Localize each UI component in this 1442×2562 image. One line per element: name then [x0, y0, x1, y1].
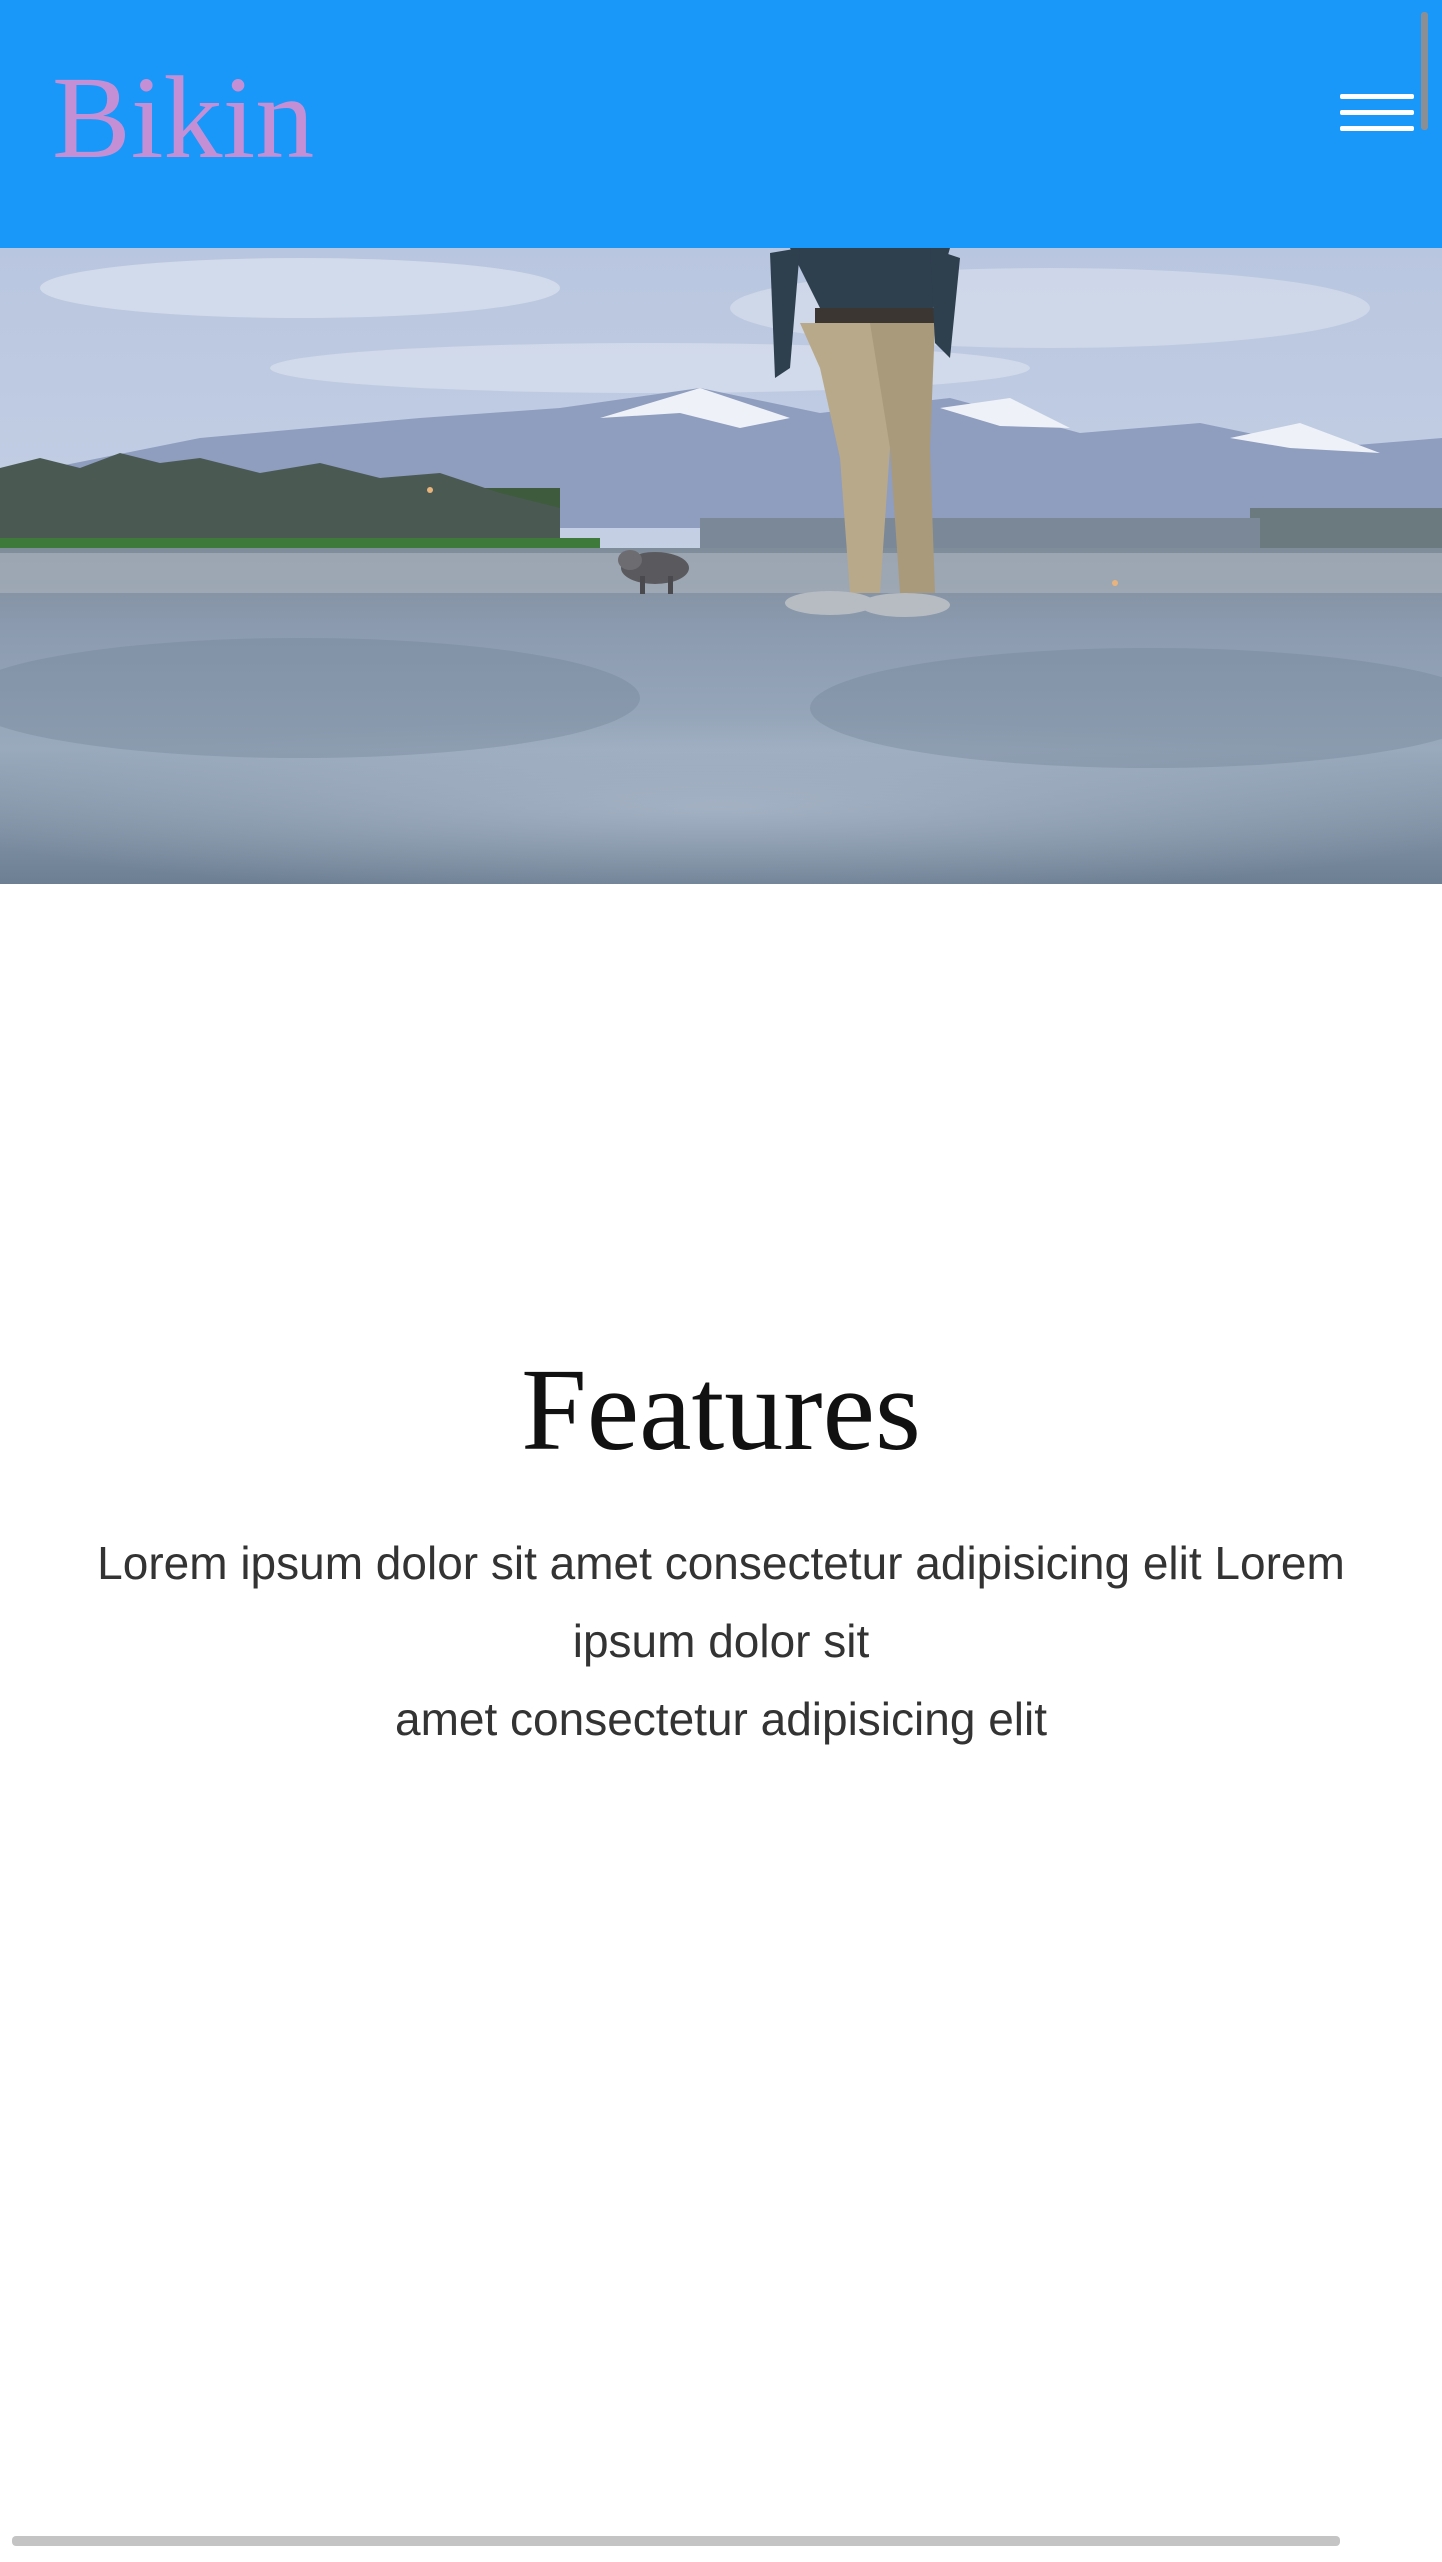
site-header: Bikin: [0, 0, 1442, 248]
hero-image: [0, 248, 1442, 884]
features-paragraph-line-1: Lorem ipsum dolor sit amet consectetur a…: [97, 1537, 1345, 1667]
horizontal-scrollbar[interactable]: [12, 2536, 1340, 2546]
features-description: Lorem ipsum dolor sit amet consectetur a…: [40, 1524, 1402, 1758]
site-logo[interactable]: Bikin: [52, 48, 314, 188]
menu-bar-top: [1340, 94, 1414, 99]
features-paragraph-line-2: amet consectetur adipisicing elit: [395, 1693, 1047, 1745]
hero-photo: [0, 248, 1442, 884]
menu-bar-bottom: [1340, 126, 1414, 131]
features-heading: Features: [521, 1344, 921, 1475]
hamburger-menu-icon[interactable]: [1338, 88, 1418, 148]
vertical-scrollbar[interactable]: [1421, 12, 1428, 130]
menu-bar-middle: [1340, 110, 1414, 115]
